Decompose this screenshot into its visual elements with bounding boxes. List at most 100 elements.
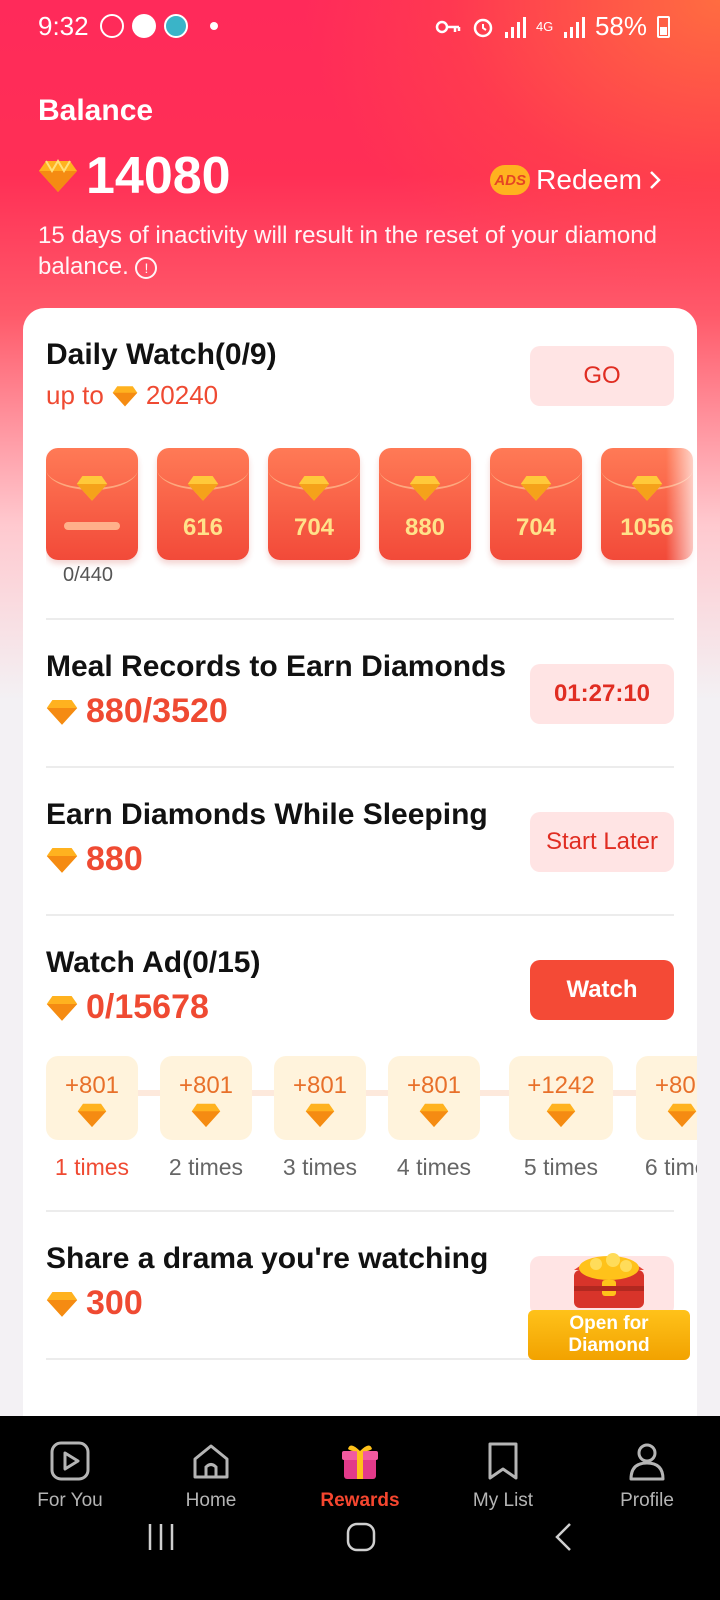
- nav-profile[interactable]: Profile: [587, 1436, 707, 1512]
- ad-step-amount: +1242: [527, 1072, 595, 1099]
- envelope-amount: 616: [182, 514, 224, 541]
- envelope-3[interactable]: 704: [268, 448, 360, 560]
- bookmark-icon: [488, 1442, 518, 1480]
- watch-ad-steps: +801 1 times +801 2 times +801 3 times +…: [46, 1056, 697, 1196]
- diamond-icon: [520, 476, 552, 501]
- ad-step-6[interactable]: +801 6 times: [636, 1056, 697, 1181]
- ads-icon: ADS: [490, 165, 531, 195]
- ad-step-amount: +801: [64, 1072, 120, 1099]
- status-time: 9:32: [38, 11, 89, 41]
- envelope-5[interactable]: 704: [490, 448, 582, 560]
- reward-prefix: up to: [46, 380, 104, 410]
- inactivity-notice: 15 days of inactivity will result in the…: [38, 220, 678, 282]
- diamond-icon: [409, 476, 441, 501]
- diamond-icon: [112, 385, 138, 406]
- nav-label: Rewards: [320, 1490, 400, 1511]
- person-icon: [629, 1443, 665, 1481]
- divider: [46, 766, 674, 768]
- diamond-icon: [187, 476, 219, 501]
- info-icon[interactable]: !: [135, 256, 158, 279]
- ad-step-label: 1 times: [54, 1154, 130, 1180]
- play-icon: [50, 1441, 90, 1481]
- battery-icon: [657, 15, 670, 38]
- divider: [46, 618, 674, 620]
- nav-label: For You: [37, 1490, 103, 1511]
- envelope-4[interactable]: 880: [379, 448, 471, 560]
- home-icon: [193, 1444, 229, 1479]
- status-bar: 9:32 4G 58%: [0, 0, 720, 54]
- go-button[interactable]: GO: [530, 346, 674, 406]
- more-notifications-icon: [210, 22, 218, 30]
- diamond-icon: [46, 995, 78, 1021]
- system-status-icons: 4G 58%: [435, 11, 670, 42]
- daily-watch-section: Daily Watch(0/9) up to 20240 GO: [46, 338, 674, 411]
- clock-icon: [100, 14, 124, 38]
- diamond-icon: [419, 1103, 449, 1127]
- ad-step-amount: +801: [654, 1072, 697, 1099]
- ad-step-label: 4 times: [396, 1154, 472, 1180]
- ad-step-label: 6 times: [644, 1154, 697, 1180]
- sleep-value: 880: [86, 840, 143, 878]
- treasure-chest-button[interactable]: Open for Diamond: [528, 1232, 690, 1362]
- sleep-section: Earn Diamonds While Sleeping 880 Start L…: [46, 798, 674, 879]
- balance-value: 14080: [86, 147, 231, 205]
- envelope-amount: 880: [404, 514, 446, 541]
- diamond-icon: [77, 1103, 107, 1127]
- nav-label: Profile: [620, 1490, 674, 1511]
- diamond-icon: [39, 159, 77, 192]
- ad-step-4[interactable]: +801 4 times: [388, 1056, 480, 1181]
- nav-label: Home: [185, 1490, 237, 1511]
- meal-section: Meal Records to Earn Diamonds 880/3520 0…: [46, 650, 674, 731]
- recent-apps-icon[interactable]: [146, 1522, 176, 1552]
- envelope-1[interactable]: [46, 448, 138, 560]
- chevron-right-icon: [650, 171, 661, 189]
- reward-value: 20240: [145, 380, 219, 410]
- ad-step-amount: +801: [292, 1072, 348, 1099]
- treasure-chest-icon: [574, 1253, 644, 1308]
- ad-step-1[interactable]: +801 1 times: [46, 1056, 138, 1181]
- daily-watch-envelopes: 616 704 880 704 1056: [46, 448, 697, 598]
- battery-percent: 58%: [594, 11, 647, 41]
- signal-icon-2: [563, 16, 585, 38]
- ad-step-amount: +801: [178, 1072, 234, 1099]
- nav-label: My List: [472, 1490, 534, 1511]
- start-later-button[interactable]: Start Later: [530, 812, 674, 872]
- app-s-icon: [132, 14, 156, 38]
- key-icon: [435, 20, 461, 33]
- notice-text: 15 days of inactivity will result in the…: [38, 222, 657, 280]
- chest-label-line1: Open for: [569, 1313, 649, 1334]
- back-icon[interactable]: [552, 1522, 576, 1552]
- diamond-icon: [46, 699, 78, 725]
- envelope-2[interactable]: 616: [157, 448, 249, 560]
- envelope-amount: 704: [515, 514, 557, 541]
- ad-step-label: 3 times: [282, 1154, 358, 1180]
- signal-icon: [504, 16, 526, 38]
- nav-for-you[interactable]: For You: [10, 1436, 130, 1512]
- watch-button[interactable]: Watch: [530, 960, 674, 1020]
- diamond-icon: [305, 1103, 335, 1127]
- notification-icons: [100, 14, 218, 38]
- ad-step-label: 5 times: [523, 1154, 599, 1180]
- ad-step-2[interactable]: +801 2 times: [160, 1056, 252, 1181]
- diamond-icon: [46, 1291, 78, 1317]
- app-avatar-icon: [164, 14, 188, 38]
- envelope-amount: 704: [293, 514, 335, 541]
- redeem-button[interactable]: ADS Redeem: [490, 164, 662, 196]
- ad-step-5[interactable]: +1242 5 times: [509, 1056, 613, 1181]
- home-system-icon[interactable]: [346, 1522, 376, 1552]
- ad-step-3[interactable]: +801 3 times: [274, 1056, 366, 1181]
- chest-label-line2: Diamond: [568, 1335, 650, 1356]
- scroll-fade: [666, 448, 697, 568]
- nav-rewards[interactable]: Rewards: [300, 1436, 420, 1512]
- alarm-icon: [473, 18, 493, 37]
- nav-my-list[interactable]: My List: [443, 1436, 563, 1512]
- nav-home[interactable]: Home: [151, 1436, 271, 1512]
- meal-timer-button[interactable]: 01:27:10: [530, 664, 674, 724]
- divider: [46, 1210, 674, 1212]
- watch-ad-section: Watch Ad(0/15) 0/15678 Watch: [46, 946, 674, 1027]
- gift-icon: [342, 1445, 378, 1479]
- diamond-icon: [76, 476, 108, 501]
- envelope-progress-bar: [64, 522, 120, 530]
- diamond-icon: [191, 1103, 221, 1127]
- diamond-icon: [298, 476, 330, 501]
